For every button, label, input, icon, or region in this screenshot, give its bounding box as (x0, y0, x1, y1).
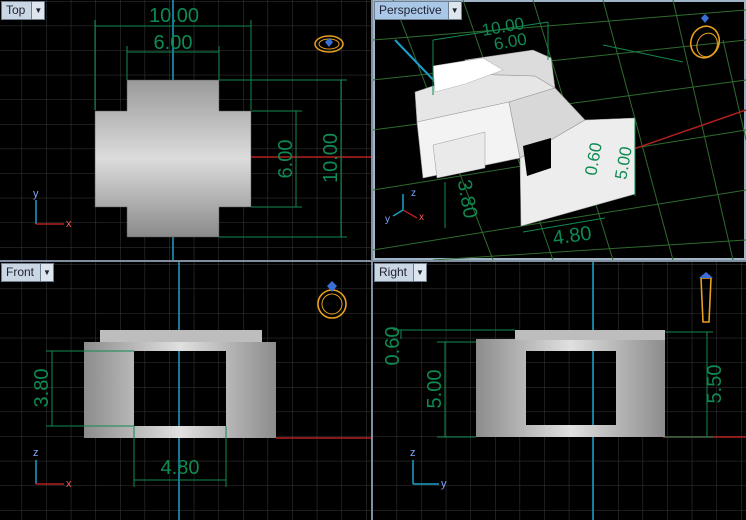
front-canvas[interactable]: 3.80 4.80 z x (0, 262, 371, 520)
viewport-title-front: Front (6, 265, 35, 279)
viewport-right[interactable]: 0.60 5.00 5.50 z y Right ▼ (373, 262, 746, 520)
viewport-title-top: Top (6, 3, 26, 17)
viewport-front[interactable]: 3.80 4.80 z x Front ▼ (0, 262, 371, 520)
axis-label-z: z (33, 447, 39, 459)
chevron-down-icon[interactable]: ▼ (31, 2, 45, 19)
top-canvas[interactable]: 10.00 6.00 6.00 10.00 y x (0, 0, 371, 260)
viewport-label-right[interactable]: Right ▼ (374, 263, 428, 282)
viewport-label-top[interactable]: Top ▼ (1, 1, 46, 20)
persp-dim-height: 3.80 (453, 178, 481, 220)
right-dim-top: 0.60 (382, 327, 404, 366)
front-dim-width: 4.80 (161, 457, 200, 479)
front-dim-height: 3.80 (31, 369, 53, 408)
axis-label-x: x (66, 218, 72, 230)
top-dim-width-outer: 10.00 (149, 5, 199, 27)
viewport-perspective[interactable]: 10.00 6.00 3.80 4.80 0.60 5.00 z x y Per… (373, 0, 746, 260)
viewport-top[interactable]: 10.00 6.00 6.00 10.00 y x Top ▼ (0, 0, 371, 260)
viewport-label-front[interactable]: Front ▼ (1, 263, 55, 282)
right-dim-total: 5.50 (704, 365, 726, 404)
ring-orientation-icon[interactable] (686, 14, 723, 62)
axis-label-z: z (411, 188, 416, 199)
perspective-part-shape[interactable] (414, 49, 636, 227)
axis-label-z: z (410, 447, 416, 459)
perspective-canvas[interactable]: 10.00 6.00 3.80 4.80 0.60 5.00 z x y (373, 0, 746, 260)
axis-label-y: y (441, 478, 447, 490)
viewport-label-perspective[interactable]: Perspective ▼ (374, 1, 462, 20)
chevron-down-icon[interactable]: ▼ (40, 264, 54, 281)
axis-gizmo: z x y (385, 188, 424, 225)
chevron-down-icon[interactable]: ▼ (447, 2, 461, 19)
axis-label-y: y (385, 214, 390, 225)
right-canvas[interactable]: 0.60 5.00 5.50 z y (373, 262, 746, 520)
persp-dim-width: 4.80 (551, 222, 593, 249)
axis-label-x: x (419, 212, 424, 223)
viewport-title-right: Right (379, 265, 408, 279)
axis-label-x: x (66, 478, 72, 490)
top-dim-height-inner: 6.00 (275, 140, 297, 179)
right-dim-mid: 5.00 (424, 370, 446, 409)
chevron-down-icon[interactable]: ▼ (413, 264, 427, 281)
viewport-title-perspective: Perspective (379, 3, 442, 17)
top-dim-width-inner: 6.00 (154, 32, 193, 54)
axis-label-y: y (33, 188, 39, 200)
top-dim-height-outer: 10.00 (320, 133, 342, 183)
